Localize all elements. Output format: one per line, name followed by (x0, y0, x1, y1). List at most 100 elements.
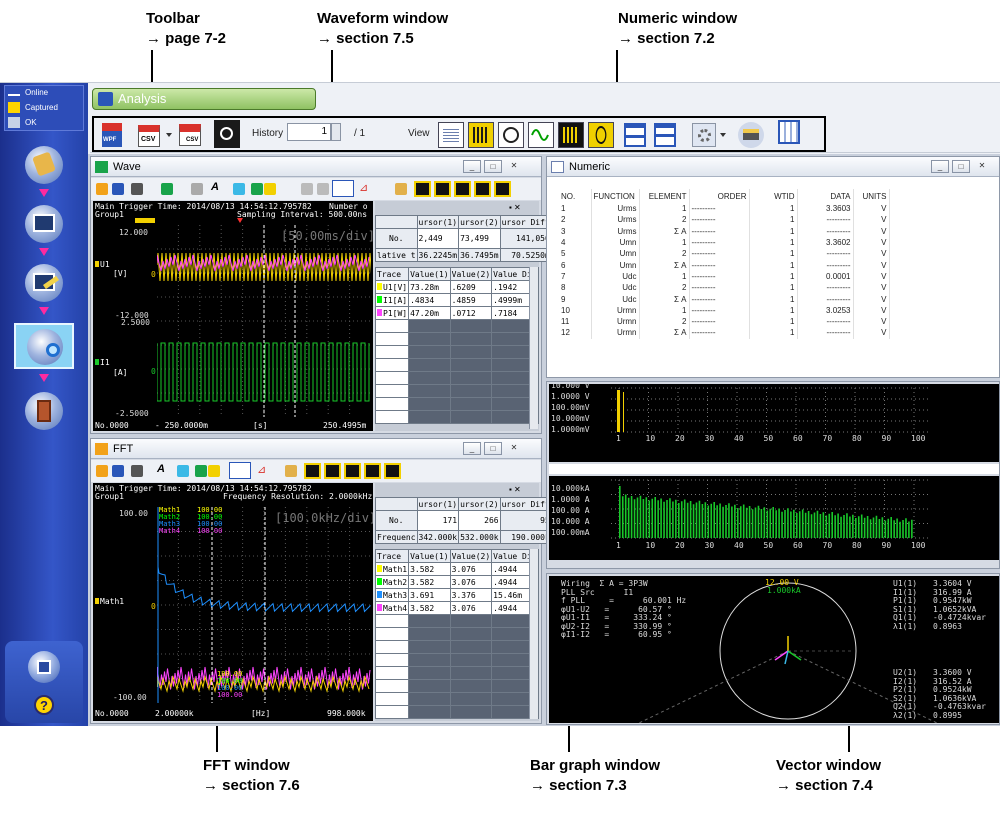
view-fft-button[interactable] (558, 122, 584, 148)
layout-horizontal-button[interactable] (624, 123, 646, 147)
cell[interactable]: 73,499 (458, 228, 501, 249)
cursor-icon[interactable] (96, 183, 108, 195)
layout1-icon[interactable] (414, 181, 431, 197)
bar-graph-lower[interactable]: 10.000kA 1.0000 A 100.00 A 10.000 A 100.00mA… (549, 476, 999, 560)
layout-split-button[interactable] (654, 123, 676, 147)
view-lissajous-button[interactable] (588, 122, 614, 148)
layout3-icon[interactable] (344, 463, 361, 479)
numeric-row[interactable]: 6 Umn Σ A --------- 1 --------- V (559, 259, 890, 271)
color-yellow-icon[interactable] (208, 465, 220, 477)
numeric-header[interactable]: FUNCTION (591, 189, 640, 203)
minimize-icon[interactable]: _ (463, 442, 481, 455)
numeric-row[interactable]: 12 Urmn Σ A --------- 1 --------- V (559, 327, 890, 339)
trace-row[interactable]: P1[W] 47.20m .0712.7184 (374, 306, 539, 320)
cursor-icon[interactable] (96, 465, 108, 477)
help-icon[interactable]: ? (34, 695, 54, 715)
fft-display[interactable]: Main Trigger Time: 2014/08/13 14:54:12.7… (93, 483, 373, 721)
numeric-row[interactable]: 8 Udc 2 --------- 1 --------- V (559, 282, 890, 294)
numeric-row[interactable]: 3 Urms Σ A --------- 1 --------- V (559, 225, 890, 237)
trace-icon[interactable] (131, 183, 143, 195)
cell[interactable]: 171 (416, 510, 460, 531)
minimize-icon[interactable]: _ (463, 160, 481, 173)
csv-export-button[interactable]: CSV (135, 121, 163, 149)
numeric-titlebar[interactable]: Numeric _ □ ✕ (547, 157, 999, 177)
measure-step-button[interactable] (25, 205, 63, 243)
lissajous-icon[interactable] (474, 181, 491, 197)
cursor-mode-button[interactable] (229, 462, 251, 479)
trace-row[interactable]: Math1 3.582 3.076.4944 (374, 562, 539, 576)
scale-icon[interactable] (191, 183, 203, 195)
numeric-row[interactable]: 5 Umn 2 --------- 1 --------- V (559, 248, 890, 260)
numeric-row[interactable]: 4 Umn 1 --------- 1 3.3602 V (559, 236, 890, 249)
wpf-csv-button[interactable]: CSV (177, 121, 205, 149)
close-icon[interactable]: ✕ (505, 160, 523, 173)
numeric-header[interactable]: DATA (797, 189, 854, 203)
trace-row[interactable]: U1[V] 73.28m .6209.1942 (374, 280, 539, 294)
analysis-step-button[interactable] (14, 323, 74, 369)
color-icon[interactable] (251, 183, 263, 195)
cell[interactable]: 2,449 (416, 228, 460, 249)
fft-titlebar[interactable]: FFT _ □ ✕ (91, 439, 541, 459)
view-bar-button[interactable] (468, 122, 494, 148)
grid-icon[interactable] (384, 463, 401, 479)
zoom-button[interactable] (214, 120, 240, 148)
grid-icon[interactable] (494, 181, 511, 197)
trace-icon[interactable] (131, 465, 143, 477)
vector-display[interactable]: Wiring Σ A = 3P3W PLL Src I1 f PLL = 60.00… (549, 576, 999, 723)
edit-step-button[interactable] (25, 264, 63, 302)
wpf-open-button[interactable]: WPF (98, 121, 126, 149)
trace-row[interactable]: Math2 3.582 3.076.4944 (374, 575, 539, 589)
clipboard-icon[interactable] (233, 183, 245, 195)
numeric-row[interactable]: 10 Urmn 1 --------- 1 3.0253 V (559, 304, 890, 316)
dropdown-arrow-icon[interactable] (720, 133, 726, 137)
analysis-tab[interactable]: Analysis (92, 88, 316, 110)
cursor-mode-button[interactable] (332, 180, 354, 197)
clipboard-icon[interactable] (177, 465, 189, 477)
window-arrange-button[interactable] (778, 120, 804, 148)
dropdown-arrow-icon[interactable] (166, 133, 172, 137)
trace-scrollbar[interactable] (529, 267, 538, 429)
calc-icon[interactable] (285, 465, 297, 477)
trace-row[interactable]: I1[A] .4834.4859.4999m (374, 293, 539, 307)
layout2-icon[interactable] (434, 181, 451, 197)
marker-icon[interactable] (112, 465, 124, 477)
measure-icon[interactable]: ⊿ (257, 463, 266, 476)
calc-icon[interactable] (395, 183, 407, 195)
minimize-icon[interactable]: _ (931, 160, 949, 173)
maximize-icon[interactable]: □ (952, 160, 970, 173)
numeric-row[interactable]: 7 Udc 1 --------- 1 0.0001 V (559, 270, 890, 283)
trace-row[interactable]: Math4 3.582 3.076.4944 (374, 601, 539, 615)
close-icon[interactable]: ✕ (973, 160, 991, 173)
wave-display[interactable]: Main Trigger Time: 2014/08/13 14:54:12.7… (93, 201, 373, 431)
lissajous-icon[interactable] (364, 463, 381, 479)
numeric-row[interactable]: 11 Urmn 2 --------- 1 --------- V (559, 315, 890, 328)
numeric-row[interactable]: 9 Udc Σ A --------- 1 --------- V (559, 293, 890, 305)
numeric-header[interactable]: WTID (749, 189, 798, 203)
view-vector-button[interactable] (498, 122, 524, 148)
color-yellow-icon[interactable] (264, 183, 276, 195)
view-numeric-button[interactable] (438, 122, 464, 148)
channel-icon[interactable] (161, 183, 173, 195)
exit-step-button[interactable] (25, 392, 63, 430)
close-icon[interactable]: ✕ (505, 442, 523, 455)
layout3-icon[interactable] (454, 181, 471, 197)
color-icon[interactable] (195, 465, 207, 477)
numeric-header[interactable]: ORDER (689, 189, 750, 203)
text-annotate-icon[interactable]: A (157, 463, 165, 475)
numeric-header[interactable]: UNITS (853, 189, 890, 203)
cell[interactable]: 266 (458, 510, 501, 531)
wave-titlebar[interactable]: Wave _ □ ✕ (91, 157, 541, 177)
numeric-header[interactable]: NO. (559, 189, 592, 203)
history-input[interactable]: 1 (287, 123, 331, 141)
save-icon[interactable] (28, 651, 60, 683)
zoom-out-icon[interactable] (317, 183, 329, 195)
history-spinner[interactable] (331, 123, 341, 141)
numeric-row[interactable]: 1 Urms 1 --------- 1 3.3603 V (559, 203, 890, 215)
layout2-icon[interactable] (324, 463, 341, 479)
numeric-header[interactable]: ELEMENT (639, 189, 690, 203)
trace-scrollbar[interactable] (529, 549, 538, 719)
maximize-icon[interactable]: □ (484, 160, 502, 173)
layout1-icon[interactable] (304, 463, 321, 479)
connect-step-button[interactable] (25, 146, 63, 184)
text-annotate-icon[interactable]: A (211, 181, 219, 193)
